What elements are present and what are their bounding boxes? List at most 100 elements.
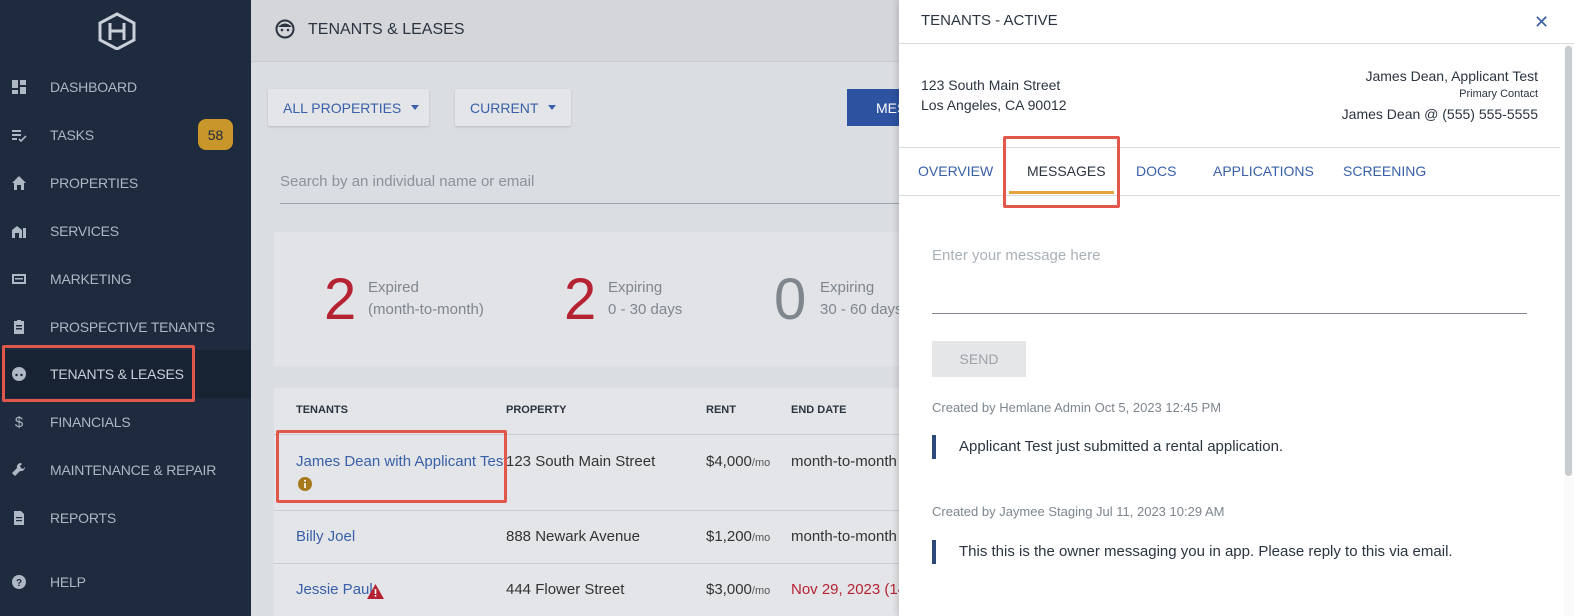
hemlane-logo-icon[interactable]: [96, 12, 138, 50]
svg-text:?: ?: [16, 578, 22, 589]
divider: [274, 563, 899, 564]
nav-label: FINANCIALS: [50, 414, 131, 430]
document-icon: [10, 509, 28, 527]
message-body: Applicant Test just submitted a rental a…: [932, 435, 1283, 459]
property-filter-dropdown[interactable]: ALL PROPERTIES: [268, 89, 429, 126]
end-date-cell: Nov 29, 2023 (14: [791, 581, 899, 598]
nav-maintenance-repair[interactable]: MAINTENANCE & REPAIR: [0, 446, 251, 494]
stat-line1: Expired: [368, 279, 419, 296]
tenant-detail-panel: TENANTS - ACTIVE ✕ 123 South Main Street…: [899, 0, 1574, 616]
stat-label: Expired (month-to-month): [368, 277, 484, 321]
help-icon: ?: [10, 573, 28, 591]
scrollbar-thumb[interactable]: [1565, 46, 1572, 476]
clipboard-icon: [10, 318, 28, 336]
wrench-icon: [10, 461, 28, 479]
nav-label: MARKETING: [50, 271, 132, 287]
rent-value: $3,000: [706, 581, 752, 598]
top-bar: TENANTS & LEASES: [251, 0, 899, 62]
contact-name: James Dean, Applicant Test: [1365, 68, 1538, 84]
dashboard-icon: [10, 78, 28, 96]
contact-role: Primary Contact: [1459, 88, 1538, 100]
stat-line1: Expiring: [820, 279, 875, 296]
main-content: TENANTS & LEASES ALL PROPERTIES CURRENT …: [251, 0, 903, 616]
header-property[interactable]: PROPERTY: [506, 404, 567, 416]
property-cell: 444 Flower Street: [506, 581, 625, 598]
nav-properties[interactable]: PROPERTIES: [0, 159, 251, 207]
end-date-cell: month-to-month: [791, 453, 897, 470]
property-cell: 123 South Main Street: [506, 453, 656, 470]
tasks-count-badge: 58: [198, 119, 233, 150]
stat-number: 0: [774, 267, 807, 332]
home-icon: [10, 174, 28, 192]
rent-unit: /mo: [751, 457, 771, 469]
close-icon[interactable]: ✕: [1534, 12, 1549, 33]
tab-applications[interactable]: APPLICATIONS: [1213, 163, 1314, 179]
rent-cell: $3,000/mo: [706, 581, 770, 598]
page-title: TENANTS & LEASES: [308, 21, 465, 38]
message-body: This this is the owner messaging you in …: [932, 540, 1453, 564]
property-filter-value: ALL PROPERTIES: [283, 99, 402, 116]
header-rent[interactable]: RENT: [706, 404, 736, 416]
services-icon: [10, 222, 28, 240]
property-cell: 888 Newark Avenue: [506, 528, 640, 545]
nav-label: SERVICES: [50, 223, 119, 239]
tab-overview[interactable]: OVERVIEW: [918, 163, 993, 179]
dollar-icon: $: [14, 413, 24, 431]
rent-cell: $1,200/mo: [706, 528, 770, 545]
caret-down-icon: [548, 105, 557, 110]
status-filter-dropdown[interactable]: CURRENT: [455, 89, 571, 126]
warning-icon[interactable]: [367, 584, 384, 599]
stat-line1: Expiring: [608, 279, 663, 296]
rent-cell: $4,000/mo: [706, 453, 770, 470]
divider: [899, 147, 1560, 148]
nav-prospective-tenants[interactable]: PROSPECTIVE TENANTS: [0, 303, 251, 351]
nav-services[interactable]: SERVICES: [0, 207, 251, 255]
tasks-icon: [10, 126, 28, 144]
stat-number: 2: [324, 267, 357, 332]
message-button-label: MESSAGE: [876, 100, 899, 116]
stat-line2: (month-to-month): [368, 301, 484, 318]
message-input[interactable]: Enter your message here: [932, 236, 1527, 314]
tenant-face-icon: [275, 19, 295, 39]
rent-value: $4,000: [706, 453, 752, 470]
nav-label: MAINTENANCE & REPAIR: [50, 462, 217, 478]
stat-label: Expiring 30 - 60 days: [820, 277, 903, 321]
stat-line2: 30 - 60 days: [820, 301, 903, 318]
tenant-name-link[interactable]: Jessie Paul: [296, 581, 373, 598]
nav-marketing[interactable]: MARKETING: [0, 255, 251, 303]
panel-header: TENANTS - ACTIVE ✕: [899, 0, 1574, 44]
message-meta: Created by Hemlane Admin Oct 5, 2023 12:…: [932, 400, 1222, 415]
address-line2: Los Angeles, CA 90012: [921, 97, 1067, 113]
address-line1: 123 South Main Street: [921, 77, 1061, 93]
stat-line2: 0 - 30 days: [608, 301, 683, 318]
divider: [274, 510, 899, 511]
tenant-name-link[interactable]: Billy Joel: [296, 528, 355, 545]
status-filter-value: CURRENT: [470, 99, 539, 116]
tab-docs[interactable]: DOCS: [1136, 163, 1176, 179]
nav-financials[interactable]: $ FINANCIALS: [0, 398, 251, 446]
rent-value: $1,200: [706, 528, 752, 545]
highlight-box: [1003, 136, 1120, 208]
nav-reports[interactable]: REPORTS: [0, 494, 251, 542]
contact-phone: James Dean @ (555) 555-5555: [1341, 106, 1538, 122]
nav-help[interactable]: ? HELP: [0, 558, 251, 606]
message-button[interactable]: MESSAGE: [847, 89, 899, 126]
header-tenants[interactable]: TENANTS: [296, 404, 348, 416]
search-input[interactable]: Search by an individual name or email: [280, 162, 899, 204]
nav-label: PROSPECTIVE TENANTS: [50, 319, 215, 335]
header-end-date[interactable]: END DATE: [791, 404, 846, 416]
rent-unit: /mo: [751, 585, 771, 597]
marketing-icon: [10, 270, 28, 288]
nav-label: TASKS: [50, 127, 94, 143]
end-date-cell: month-to-month: [791, 528, 897, 545]
caret-down-icon: [411, 105, 420, 110]
panel-title: TENANTS - ACTIVE: [921, 12, 1058, 29]
nav-label: PROPERTIES: [50, 175, 138, 191]
send-button[interactable]: SEND: [932, 341, 1026, 377]
nav-label: REPORTS: [50, 510, 117, 526]
sidebar: DASHBOARD TASKS 58 PROPERTIES SERVICES M…: [0, 0, 251, 616]
nav-dashboard[interactable]: DASHBOARD: [0, 63, 251, 111]
divider: [899, 195, 1560, 196]
tab-screening[interactable]: SCREENING: [1343, 163, 1426, 179]
stat-label: Expiring 0 - 30 days: [608, 277, 682, 321]
